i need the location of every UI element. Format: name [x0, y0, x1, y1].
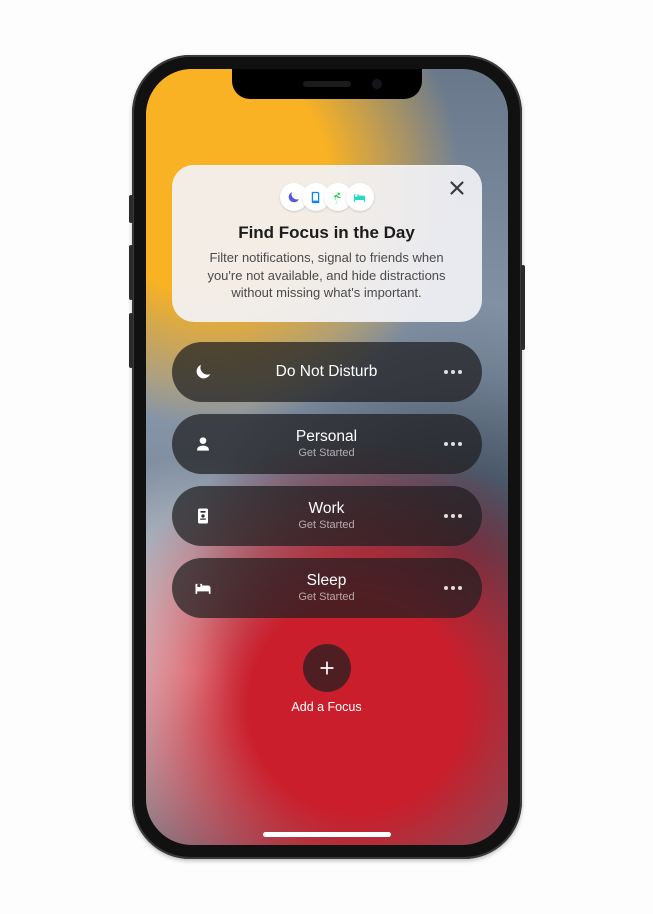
more-button[interactable] [444, 514, 462, 518]
phone-frame: Find Focus in the Day Filter notificatio… [132, 55, 522, 859]
power-button [521, 265, 525, 350]
close-button[interactable] [446, 177, 468, 199]
focus-mode-subtitle: Get Started [172, 519, 482, 531]
focus-mode-work[interactable]: Work Get Started [172, 486, 482, 546]
focus-setup-view: Find Focus in the Day Filter notificatio… [146, 69, 508, 845]
intro-title: Find Focus in the Day [190, 223, 464, 243]
more-button[interactable] [444, 442, 462, 446]
volume-down-button [129, 313, 133, 368]
add-focus-section: Add a Focus [291, 644, 361, 714]
add-focus-button[interactable] [303, 644, 351, 692]
intro-icon-row [190, 183, 464, 211]
notch [232, 69, 422, 99]
person-icon [192, 434, 214, 454]
add-focus-label: Add a Focus [291, 700, 361, 714]
focus-mode-title: Personal [172, 428, 482, 446]
focus-intro-card: Find Focus in the Day Filter notificatio… [172, 165, 482, 322]
intro-description: Filter notifications, signal to friends … [190, 249, 464, 302]
focus-mode-personal[interactable]: Personal Get Started [172, 414, 482, 474]
focus-mode-do-not-disturb[interactable]: Do Not Disturb [172, 342, 482, 402]
home-indicator[interactable] [263, 832, 391, 837]
silence-switch [129, 195, 133, 223]
speaker [303, 81, 351, 87]
volume-up-button [129, 245, 133, 300]
focus-mode-subtitle: Get Started [172, 447, 482, 459]
more-button[interactable] [444, 586, 462, 590]
more-button[interactable] [444, 370, 462, 374]
screen: Find Focus in the Day Filter notificatio… [146, 69, 508, 845]
moon-icon [192, 362, 214, 382]
focus-mode-subtitle: Get Started [172, 591, 482, 603]
focus-mode-sleep[interactable]: Sleep Get Started [172, 558, 482, 618]
badge-icon [192, 506, 214, 526]
front-camera [372, 79, 382, 89]
focus-mode-title: Sleep [172, 572, 482, 590]
focus-mode-title: Work [172, 500, 482, 518]
focus-mode-title: Do Not Disturb [172, 363, 482, 381]
focus-mode-list: Do Not Disturb Personal Get Started [172, 342, 482, 618]
plus-icon [317, 658, 337, 678]
close-icon [446, 177, 468, 199]
bed-icon [346, 183, 374, 211]
bed-icon [192, 578, 214, 598]
